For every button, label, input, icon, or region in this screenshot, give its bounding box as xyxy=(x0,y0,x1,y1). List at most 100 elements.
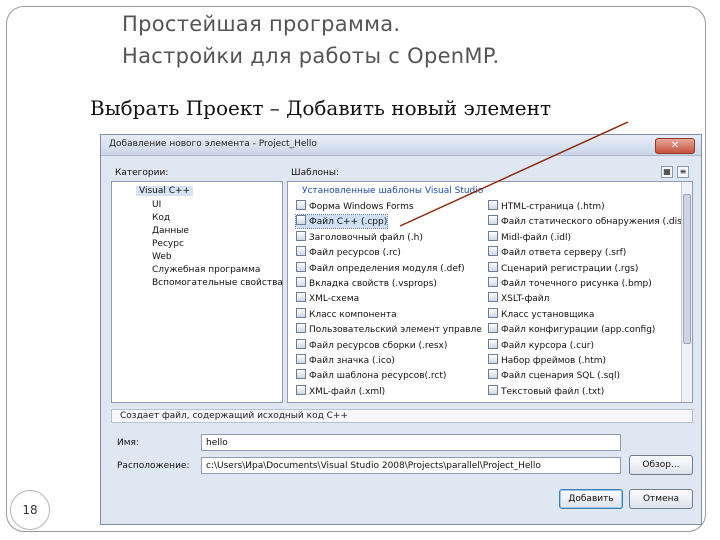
template-item[interactable]: Файл ресурсов сборки (.resx) xyxy=(296,338,447,352)
template-item[interactable]: Файл определения модуля (.def) xyxy=(296,261,465,275)
category-item[interactable]: UI xyxy=(152,200,161,210)
template-item[interactable]: Файл ответа серверу (.srf) xyxy=(488,246,626,259)
template-item-label: XML-файл (.xml) xyxy=(309,386,386,397)
template-item-label: Заголовочный файл (.h) xyxy=(309,232,423,243)
template-item-label: Класс установщика xyxy=(501,309,595,320)
grid-icon: ▦ xyxy=(663,167,671,176)
description-text: Создает файл, содержащий исходный код C+… xyxy=(120,411,349,421)
template-item[interactable]: XML-схема xyxy=(296,292,359,305)
template-file-icon xyxy=(296,230,306,241)
template-file-icon xyxy=(296,246,306,257)
location-label: Расположение: xyxy=(117,461,190,471)
name-input[interactable]: hello xyxy=(201,434,621,451)
slide-title-line1: Простейшая программа. xyxy=(122,12,401,36)
small-icons-view-button[interactable]: ≡ xyxy=(677,166,689,178)
category-item[interactable]: Служебная программа xyxy=(152,265,260,275)
name-input-value: hello xyxy=(206,438,228,448)
template-item-label: Файл C++ (.cpp) xyxy=(309,217,388,228)
template-item[interactable]: XML-файл (.xml) xyxy=(296,384,386,398)
template-item[interactable]: Midl-файл (.idl) xyxy=(488,230,571,244)
template-item-label: XSLT-файл xyxy=(501,294,550,305)
template-file-icon xyxy=(488,277,498,287)
template-item[interactable]: Форма Windows Forms xyxy=(296,200,414,213)
template-item[interactable]: Файл статического обнаружения (.dis xyxy=(488,215,682,228)
template-item-label: Файл конфигурации (app.config) xyxy=(501,325,656,336)
slide-title-line2: Настройки для работы с OpenMP. xyxy=(122,44,500,68)
cancel-button[interactable]: Отмена xyxy=(629,489,693,509)
browse-button[interactable]: Обзор... xyxy=(629,455,693,475)
template-file-icon xyxy=(488,200,498,210)
add-button[interactable]: Добавить xyxy=(559,489,623,509)
template-item[interactable]: Набор фреймов (.htm) xyxy=(488,354,606,367)
template-item-label: Файл шаблона ресурсов(.rct) xyxy=(309,371,447,382)
template-item[interactable]: Вкладка свойств (.vsprops) xyxy=(296,277,437,290)
template-item-label: Текстовый файл (.txt) xyxy=(501,386,605,397)
category-item[interactable]: Данные xyxy=(152,226,189,236)
template-file-icon xyxy=(296,307,306,318)
categories-label: Категории: xyxy=(115,168,169,178)
template-item-label: XML-схема xyxy=(309,294,360,305)
template-file-icon xyxy=(488,323,498,334)
template-item-label: Файл ресурсов (.rc) xyxy=(309,248,401,259)
templates-label: Шаблоны: xyxy=(291,168,339,178)
category-item[interactable]: Ресурс xyxy=(152,239,184,249)
template-file-icon xyxy=(488,261,498,272)
templates-list[interactable]: Установленные шаблоны Visual Studio Форм… xyxy=(287,181,693,403)
template-file-icon xyxy=(296,384,306,395)
template-item[interactable]: Файл ресурсов (.rc) xyxy=(296,246,401,259)
large-icons-view-button[interactable]: ▦ xyxy=(661,166,673,178)
template-item[interactable]: Файл значка (.ico) xyxy=(296,354,395,367)
template-item[interactable]: Файл конфигурации (app.config) xyxy=(488,323,655,336)
template-file-icon xyxy=(488,246,498,257)
close-button[interactable]: ✕ xyxy=(655,138,695,154)
template-item-label: Набор фреймов (.htm) xyxy=(501,356,607,366)
template-item-label: Пользовательский элемент управле xyxy=(309,325,482,336)
add-new-item-dialog: Добавление нового элемента - Project_Hel… xyxy=(100,134,702,525)
template-item[interactable]: Текстовый файл (.txt) xyxy=(488,384,605,398)
template-file-icon xyxy=(488,292,498,303)
template-item-label: Файл определения модуля (.def) xyxy=(309,263,465,274)
list-icon: ≡ xyxy=(679,167,687,176)
category-item[interactable]: Visual C++ xyxy=(136,186,194,196)
template-item[interactable]: Файл курсора (.cur) xyxy=(488,338,594,352)
slide-subtitle: Выбрать Проект – Добавить новый элемент xyxy=(90,96,552,120)
template-item[interactable]: Пользовательский элемент управле xyxy=(296,323,482,336)
template-file-icon xyxy=(488,338,498,349)
category-item[interactable]: Вспомогательные свойства xyxy=(152,278,283,288)
template-item[interactable]: Сценарий регистрации (.rgs) xyxy=(488,261,638,275)
dialog-titlebar[interactable]: Добавление нового элемента - Project_Hel… xyxy=(101,135,701,156)
page-number: 18 xyxy=(10,490,50,530)
template-file-icon xyxy=(296,354,306,364)
slide-title: Простейшая программа. Настройки для рабо… xyxy=(122,8,500,72)
template-item[interactable]: HTML-страница (.htm) xyxy=(488,200,605,213)
template-item[interactable]: Файл C++ (.cpp) xyxy=(294,214,389,230)
scrollbar-thumb[interactable] xyxy=(683,194,691,344)
template-item[interactable]: Файл точечного рисунка (.bmp) xyxy=(488,277,652,290)
template-item-label: Файл ответа серверу (.srf) xyxy=(501,248,627,259)
dialog-title: Добавление нового элемента - Project_Hel… xyxy=(109,139,317,149)
template-item[interactable]: Заголовочный файл (.h) xyxy=(296,230,423,244)
categories-tree[interactable]: Visual C++ UI Код Данные Ресурс Web Служ… xyxy=(111,181,283,403)
template-item-label: Файл значка (.ico) xyxy=(309,356,395,366)
template-file-icon xyxy=(296,261,306,272)
location-input[interactable]: c:\Users\Ира\Documents\Visual Studio 200… xyxy=(201,457,621,474)
template-file-icon xyxy=(296,292,306,303)
template-item-label: Форма Windows Forms xyxy=(309,202,414,212)
template-file-icon xyxy=(488,354,498,364)
template-item[interactable]: Файл сценария SQL (.sql) xyxy=(488,369,620,382)
category-item[interactable]: Web xyxy=(152,252,172,262)
template-item-label: Файл статического обнаружения (.dis xyxy=(501,217,682,228)
template-item[interactable]: Класс установщика xyxy=(488,307,595,321)
template-description: Создает файл, содержащий исходный код C+… xyxy=(111,409,693,423)
template-file-icon xyxy=(296,369,306,380)
template-item[interactable]: XSLT-файл xyxy=(488,292,549,305)
template-item-label: Класс компонента xyxy=(309,309,397,320)
template-item[interactable]: Класс компонента xyxy=(296,307,397,321)
category-item[interactable]: Код xyxy=(152,213,170,223)
template-item-label: Файл точечного рисунка (.bmp) xyxy=(501,279,652,289)
template-item[interactable]: Файл шаблона ресурсов(.rct) xyxy=(296,369,446,382)
templates-scrollbar[interactable] xyxy=(681,182,692,402)
template-item-label: Midl-файл (.idl) xyxy=(501,232,571,243)
name-label: Имя: xyxy=(117,438,139,448)
templates-group-header: Установленные шаблоны Visual Studio xyxy=(302,186,484,196)
